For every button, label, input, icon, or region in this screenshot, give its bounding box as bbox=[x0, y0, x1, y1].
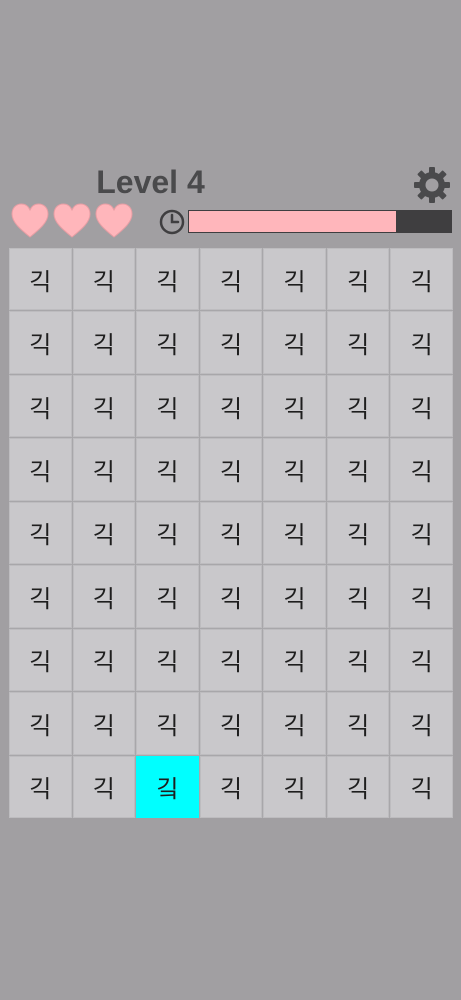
tile[interactable]: 긱 bbox=[199, 374, 263, 438]
tile[interactable]: 긱 bbox=[326, 311, 390, 374]
tile[interactable]: 긱 bbox=[390, 755, 453, 818]
tile[interactable]: 긱 bbox=[263, 311, 326, 374]
settings-button[interactable] bbox=[413, 166, 451, 204]
tile[interactable]: 긱 bbox=[390, 438, 453, 501]
tile[interactable]: 긱 bbox=[390, 692, 453, 755]
timer-bar bbox=[188, 210, 452, 233]
tile[interactable]: 긱 bbox=[326, 501, 390, 565]
tile[interactable]: 긱 bbox=[326, 565, 390, 628]
tile[interactable]: 긱 bbox=[199, 438, 263, 501]
heart-icon bbox=[95, 203, 133, 239]
tile[interactable]: 긱 bbox=[72, 692, 136, 755]
level-title: Level 4 bbox=[96, 164, 205, 200]
tile[interactable]: 긱 bbox=[9, 692, 72, 755]
tile[interactable]: 긱 bbox=[263, 692, 326, 755]
tile[interactable]: 긱 bbox=[326, 692, 390, 755]
tile[interactable]: 긱 bbox=[199, 248, 263, 311]
tile[interactable]: 긱 bbox=[263, 501, 326, 565]
timer-bar-fill bbox=[189, 211, 396, 232]
tile[interactable]: 긱 bbox=[72, 755, 136, 818]
tile[interactable]: 긱 bbox=[136, 692, 199, 755]
tile[interactable]: 긱 bbox=[263, 628, 326, 692]
tile[interactable]: 긱 bbox=[136, 628, 199, 692]
tile[interactable]: 긱 bbox=[390, 248, 453, 311]
tile[interactable]: 긱 bbox=[72, 628, 136, 692]
tile[interactable]: 긱 bbox=[72, 248, 136, 311]
timer-clock bbox=[159, 209, 185, 235]
tile[interactable]: 긱 bbox=[136, 565, 199, 628]
tile[interactable]: 긱 bbox=[326, 248, 390, 311]
tile[interactable]: 긱 bbox=[9, 565, 72, 628]
clock-icon bbox=[159, 209, 185, 235]
tile-board: 긱긱긱긱긱긱긱긱긱긱긱긱긱긱긱긱긱긱긱긱긱긱긱긱긱긱긱긱긱긱긱긱긱긱긱긱긱긱긱긱… bbox=[9, 248, 453, 818]
tile[interactable]: 긱 bbox=[390, 374, 453, 438]
heart-icon bbox=[53, 203, 91, 239]
tile[interactable]: 긱 bbox=[9, 438, 72, 501]
tile[interactable]: 긱 bbox=[136, 248, 199, 311]
tile[interactable]: 긱 bbox=[72, 501, 136, 565]
tile[interactable]: 긱 bbox=[9, 311, 72, 374]
tile[interactable]: 긱 bbox=[199, 755, 263, 818]
tile[interactable]: 긱 bbox=[136, 501, 199, 565]
tile[interactable]: 긱 bbox=[199, 311, 263, 374]
tile[interactable]: 긱 bbox=[326, 374, 390, 438]
tile[interactable]: 긱 bbox=[263, 565, 326, 628]
tile[interactable]: 긱 bbox=[390, 565, 453, 628]
tile[interactable]: 긱 bbox=[199, 565, 263, 628]
tile[interactable]: 긱 bbox=[263, 374, 326, 438]
tile[interactable]: 긱 bbox=[72, 374, 136, 438]
tile[interactable]: 긱 bbox=[9, 501, 72, 565]
tile[interactable]: 긱 bbox=[390, 311, 453, 374]
tile[interactable]: 긱 bbox=[326, 438, 390, 501]
tile[interactable]: 긱 bbox=[326, 628, 390, 692]
tile[interactable]: 긱 bbox=[136, 311, 199, 374]
tile[interactable]: 긱 bbox=[199, 692, 263, 755]
tile[interactable]: 긱 bbox=[390, 628, 453, 692]
tile[interactable]: 긱 bbox=[136, 438, 199, 501]
tile[interactable]: 긱 bbox=[326, 755, 390, 818]
tile[interactable]: 긱 bbox=[72, 438, 136, 501]
tile[interactable]: 긱 bbox=[9, 628, 72, 692]
tile[interactable]: 긱 bbox=[9, 248, 72, 311]
tile[interactable]: 긱 bbox=[136, 374, 199, 438]
tile[interactable]: 긱 bbox=[9, 755, 72, 818]
tile[interactable]: 긱 bbox=[9, 374, 72, 438]
tile[interactable]: 긱 bbox=[72, 311, 136, 374]
tile[interactable]: 긱 bbox=[199, 628, 263, 692]
tile[interactable]: 긱 bbox=[263, 438, 326, 501]
tile[interactable]: 긱 bbox=[72, 565, 136, 628]
gear-icon bbox=[414, 167, 450, 203]
tile[interactable]: 긱 bbox=[199, 501, 263, 565]
tile-odd[interactable]: 깈 bbox=[136, 755, 199, 818]
tile[interactable]: 긱 bbox=[263, 755, 326, 818]
heart-icon bbox=[11, 203, 49, 239]
tile[interactable]: 긱 bbox=[263, 248, 326, 311]
tile[interactable]: 긱 bbox=[390, 501, 453, 565]
